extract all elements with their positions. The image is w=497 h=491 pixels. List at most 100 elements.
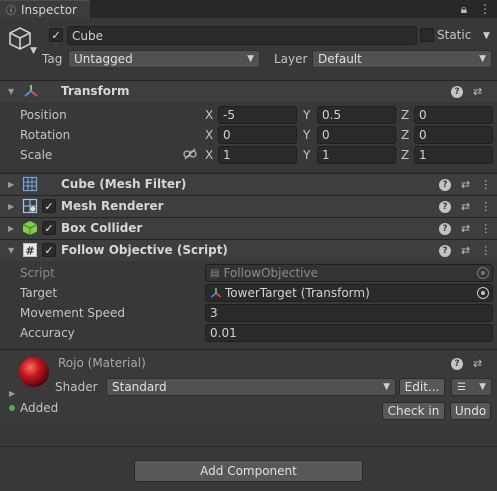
accuracy-label: Accuracy: [20, 326, 75, 340]
object-active-checkbox[interactable]: ✓: [49, 28, 63, 42]
axis-y-label[interactable]: Y: [303, 108, 310, 122]
axis-x-label[interactable]: X: [205, 148, 213, 162]
help-icon[interactable]: ?: [451, 357, 463, 370]
transform-header-icons: ? ⇄ ⋮: [451, 85, 497, 98]
foldout-collapsed-icon[interactable]: ▶: [8, 224, 14, 233]
layer-dropdown[interactable]: Default ▼: [312, 50, 492, 68]
scale-z-input[interactable]: 1: [414, 146, 493, 164]
add-component-button[interactable]: Add Component: [134, 460, 363, 482]
box-collider-title: Box Collider: [61, 221, 143, 235]
shader-value: Standard: [112, 380, 167, 394]
script-label: Script: [20, 266, 55, 280]
foldout-collapsed-icon[interactable]: ▶: [9, 389, 15, 398]
help-icon[interactable]: ?: [439, 222, 451, 235]
scale-x-input[interactable]: 1: [218, 146, 297, 164]
tag-label: Tag: [42, 52, 63, 66]
script-file-icon: ▤: [210, 267, 220, 279]
mesh-renderer-enabled-checkbox[interactable]: ✓: [42, 199, 56, 213]
chevron-down-icon: ▼: [479, 382, 486, 392]
constrain-proportions-icon[interactable]: [183, 148, 197, 160]
more-menu-icon[interactable]: ⋮: [479, 2, 491, 17]
scale-y-input[interactable]: 1: [317, 146, 396, 164]
shader-edit-button[interactable]: Edit...: [399, 378, 445, 396]
object-icon-dropdown-icon[interactable]: ▼: [30, 46, 37, 56]
object-picker-icon[interactable]: [477, 287, 489, 299]
mesh-filter-header-icons: ? ⇄ ⋮: [439, 178, 491, 191]
axis-x-label[interactable]: X: [205, 108, 213, 122]
rotation-x-input[interactable]: 0: [218, 126, 297, 144]
chevron-down-icon: ▼: [479, 54, 486, 64]
undo-button[interactable]: Undo: [450, 402, 491, 420]
shader-dropdown[interactable]: Standard ▼: [106, 378, 396, 396]
mesh-renderer-header-icons: ? ⇄ ⋮: [439, 200, 491, 213]
help-icon[interactable]: ?: [451, 85, 463, 98]
foldout-collapsed-icon[interactable]: ▶: [8, 180, 14, 189]
position-x-input[interactable]: -5: [218, 106, 297, 124]
axis-x-label[interactable]: X: [205, 128, 213, 142]
presets-icon[interactable]: ⇄: [461, 200, 470, 213]
help-icon[interactable]: ?: [439, 178, 451, 191]
material-title: Rojo (Material): [58, 356, 146, 370]
help-icon[interactable]: ?: [439, 200, 451, 213]
context-menu-icon[interactable]: ⋮: [480, 244, 491, 257]
mesh-renderer-icon: [22, 198, 38, 214]
context-menu-icon[interactable]: ⋮: [492, 357, 497, 370]
mesh-renderer-title: Mesh Renderer: [61, 199, 164, 213]
tag-dropdown[interactable]: Untagged ▼: [68, 50, 260, 68]
context-menu-icon[interactable]: ⋮: [492, 85, 497, 98]
help-icon[interactable]: ?: [439, 244, 451, 257]
scale-label: Scale: [20, 148, 53, 162]
follow-objective-enabled-checkbox[interactable]: ✓: [42, 243, 56, 257]
foldout-collapsed-icon[interactable]: ▶: [8, 202, 14, 211]
foldout-expanded-icon[interactable]: ▼: [8, 87, 14, 96]
axis-y-label[interactable]: Y: [303, 128, 310, 142]
added-status: Added: [9, 401, 58, 415]
transform-title: Transform: [61, 84, 130, 98]
position-label: Position: [20, 108, 67, 122]
static-dropdown-icon[interactable]: ▼: [483, 31, 490, 41]
context-menu-icon[interactable]: ⋮: [480, 178, 491, 191]
tab-inspector-label: Inspector: [21, 2, 77, 17]
axis-z-label[interactable]: Z: [401, 108, 409, 122]
lock-icon[interactable]: 🔒︎: [461, 2, 467, 17]
transform-icon: [210, 287, 222, 299]
presets-icon[interactable]: ⇄: [461, 178, 470, 191]
rotation-y-input[interactable]: 0: [317, 126, 396, 144]
script-icon: #: [22, 242, 38, 258]
presets-icon[interactable]: ⇄: [473, 357, 482, 370]
axis-z-label[interactable]: Z: [401, 148, 409, 162]
foldout-expanded-icon[interactable]: ▼: [8, 246, 14, 255]
rotation-label: Rotation: [20, 128, 71, 142]
mesh-filter-icon: [22, 176, 38, 192]
tab-icons: 🔒︎ ⋮: [461, 2, 491, 17]
axis-y-label[interactable]: Y: [303, 148, 310, 162]
object-name-input[interactable]: Cube: [67, 26, 417, 45]
accuracy-input[interactable]: 0.01: [205, 324, 493, 342]
shader-options-dropdown[interactable]: ☰ ▼: [451, 378, 492, 396]
presets-icon[interactable]: ⇄: [473, 85, 482, 98]
chevron-down-icon: ▼: [383, 382, 390, 392]
position-y-input[interactable]: 0.5: [317, 106, 396, 124]
static-label: Static: [437, 28, 472, 42]
presets-icon[interactable]: ⇄: [461, 222, 470, 235]
list-icon: ☰: [457, 381, 466, 393]
rotation-z-input[interactable]: 0: [414, 126, 493, 144]
tag-value: Untagged: [74, 52, 133, 66]
tab-inspector[interactable]: ⓘ Inspector: [0, 0, 90, 18]
target-field[interactable]: TowerTarget (Transform): [205, 284, 493, 302]
presets-icon[interactable]: ⇄: [461, 244, 470, 257]
box-collider-enabled-checkbox[interactable]: ✓: [42, 221, 56, 235]
check-in-button[interactable]: Check in: [382, 402, 445, 420]
script-field: ▤ FollowObjective: [205, 264, 493, 282]
axis-z-label[interactable]: Z: [401, 128, 409, 142]
object-picker-icon[interactable]: [477, 267, 489, 279]
context-menu-icon[interactable]: ⋮: [480, 222, 491, 235]
static-checkbox[interactable]: ✓: [420, 28, 434, 42]
movement-speed-input[interactable]: 3: [205, 304, 493, 322]
context-menu-icon[interactable]: ⋮: [480, 200, 491, 213]
follow-objective-header-icons: ? ⇄ ⋮: [439, 244, 491, 257]
box-collider-header-icons: ? ⇄ ⋮: [439, 222, 491, 235]
position-z-input[interactable]: 0: [414, 106, 493, 124]
target-label: Target: [20, 286, 58, 300]
material-preview-icon[interactable]: [18, 356, 50, 388]
